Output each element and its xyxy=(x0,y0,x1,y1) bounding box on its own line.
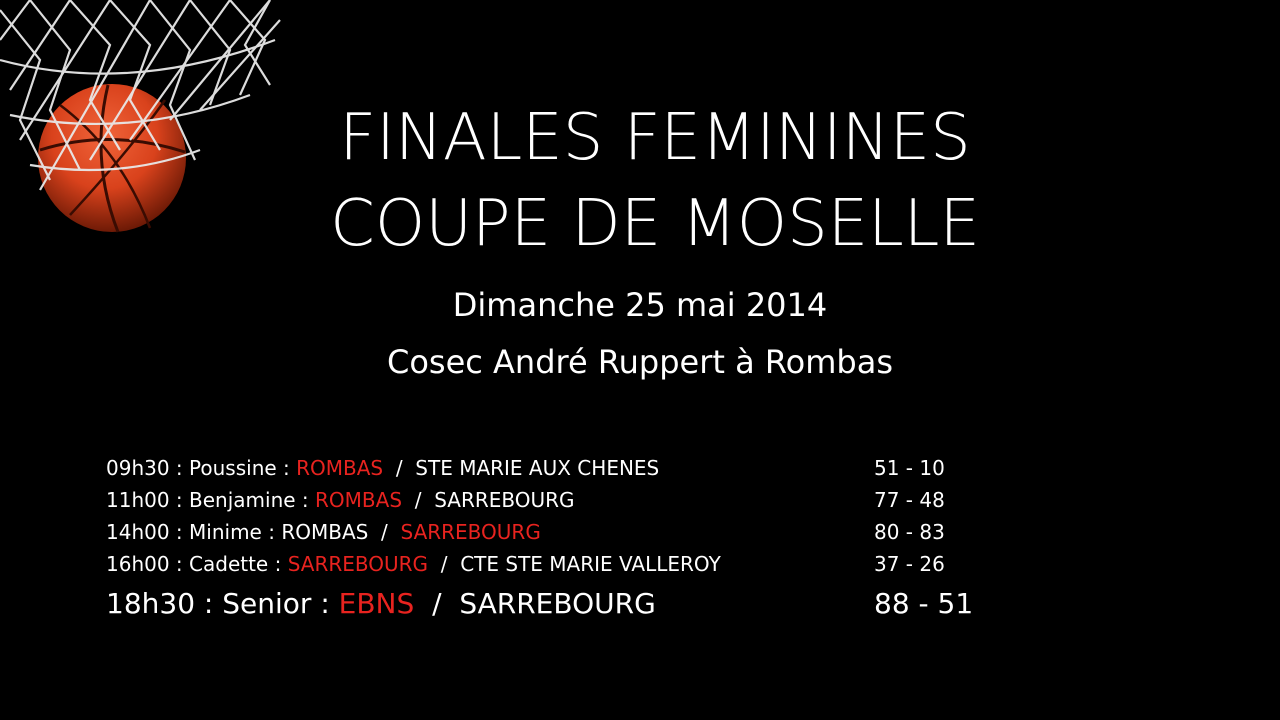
match-category: Cadette xyxy=(189,552,269,576)
winning-team: ROMBAS xyxy=(296,456,384,480)
match-category: Senior xyxy=(222,587,312,620)
losing-team: CTE STE MARIE VALLEROY xyxy=(460,552,721,576)
match-row: 09h30 : Poussine : ROMBAS / STE MARIE AU… xyxy=(106,452,1106,484)
match-time: 16h00 xyxy=(106,552,170,576)
losing-team: STE MARIE AUX CHENES xyxy=(415,456,660,480)
match-time: 09h30 xyxy=(106,456,170,480)
match-category: Minime xyxy=(189,520,262,544)
match-time: 11h00 xyxy=(106,488,170,512)
match-score: 51 - 10 xyxy=(874,456,945,480)
losing-team: SARREBOURG xyxy=(459,587,656,620)
winning-team: SARREBOURG xyxy=(400,520,541,544)
slide: FINALES FEMININES COUPE DE MOSELLE Diman… xyxy=(0,0,1280,720)
event-venue: Cosec André Ruppert à Rombas xyxy=(386,343,894,381)
match-category: Poussine xyxy=(189,456,277,480)
winning-team: ROMBAS xyxy=(315,488,403,512)
winning-team: SARREBOURG xyxy=(287,552,429,576)
match-score: 77 - 48 xyxy=(874,488,945,512)
match-category: Benjamine xyxy=(189,488,296,512)
losing-team: SARREBOURG xyxy=(434,488,575,512)
match-row: 11h00 : Benjamine : ROMBAS / SARREBOURG … xyxy=(106,484,1106,516)
match-row-final: 18h30 : Senior : EBNS / SARREBOURG 88 - … xyxy=(106,582,1106,626)
match-score: 88 - 51 xyxy=(874,587,974,620)
match-time: 18h30 xyxy=(106,587,196,620)
match-row: 16h00 : Cadette : SARREBOURG / CTE STE M… xyxy=(106,548,1106,580)
losing-team: ROMBAS xyxy=(281,520,369,544)
winning-team: EBNS xyxy=(338,587,415,620)
event-date: Dimanche 25 mai 2014 xyxy=(452,286,828,324)
match-score: 37 - 26 xyxy=(874,552,945,576)
match-results-list: 09h30 : Poussine : ROMBAS / STE MARIE AU… xyxy=(106,452,1106,626)
match-row: 14h00 : Minime : ROMBAS / SARREBOURG 80 … xyxy=(106,516,1106,548)
title-line-1: FINALES FEMININES xyxy=(339,101,971,175)
match-score: 80 - 83 xyxy=(874,520,945,544)
title-line-2: COUPE DE MOSELLE xyxy=(330,187,980,261)
match-time: 14h00 xyxy=(106,520,170,544)
